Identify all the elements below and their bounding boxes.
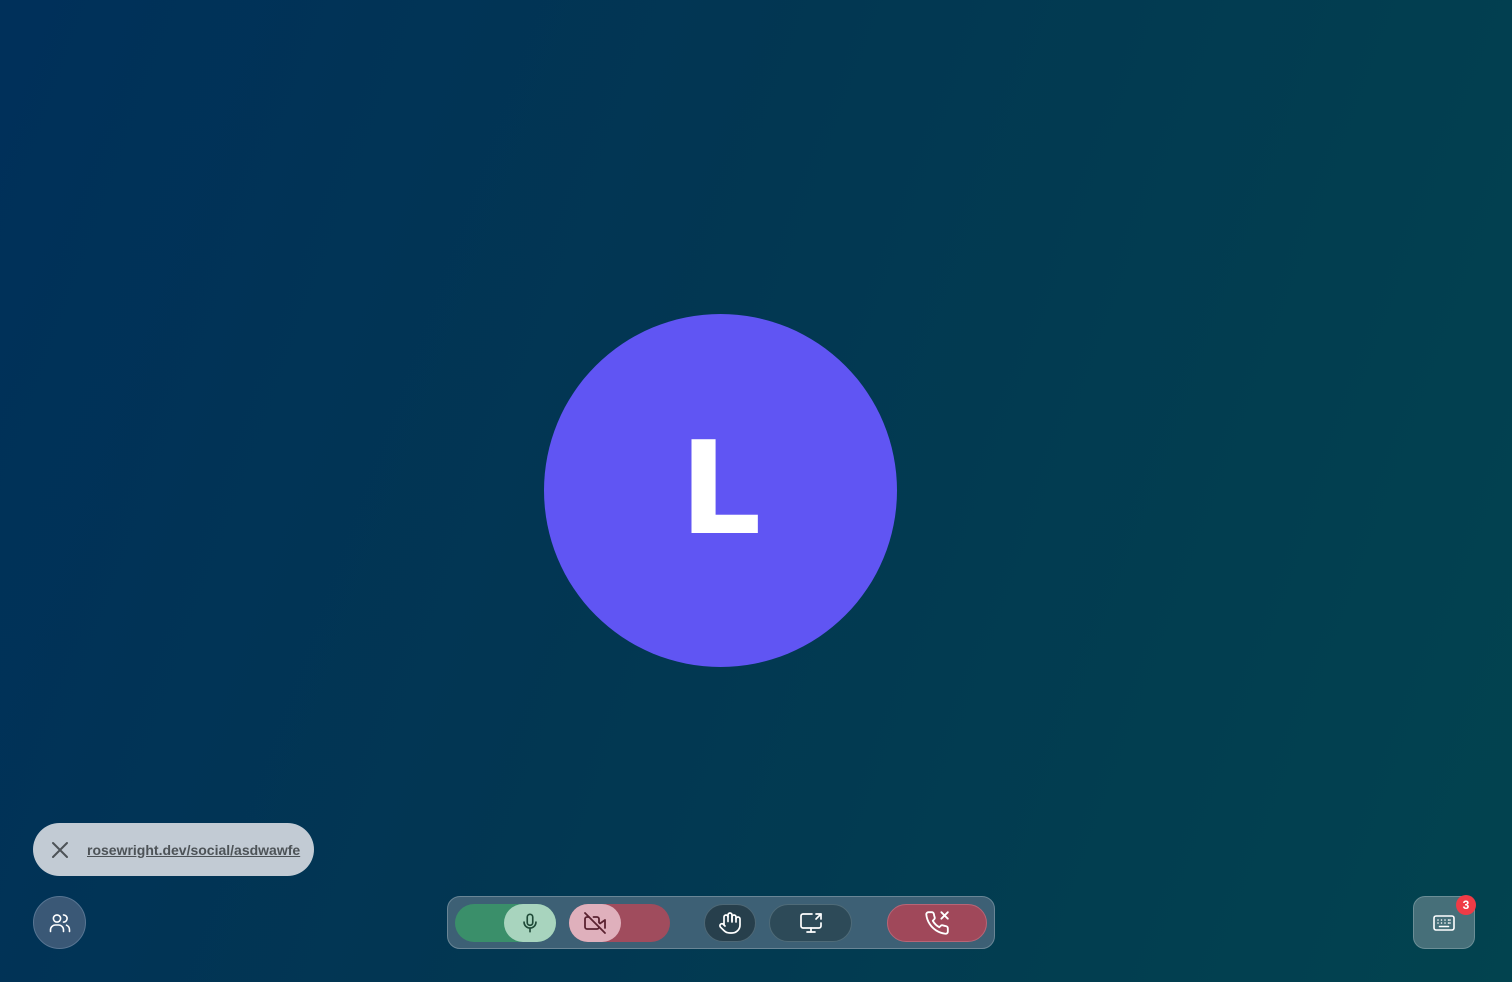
call-toolbar bbox=[447, 896, 995, 949]
hand-icon bbox=[718, 911, 742, 935]
notification-badge: 3 bbox=[1456, 895, 1476, 915]
screen-share-icon bbox=[799, 911, 823, 935]
share-link-pill: rosewright.dev/social/asdwawfe bbox=[33, 823, 314, 876]
microphone-icon bbox=[519, 912, 541, 934]
avatar-initial: L bbox=[679, 414, 762, 564]
microphone-toggle[interactable] bbox=[455, 904, 556, 942]
end-call-button[interactable] bbox=[887, 904, 987, 942]
camera-toggle[interactable] bbox=[569, 904, 670, 942]
camera-toggle-knob bbox=[569, 904, 621, 942]
participants-button[interactable] bbox=[33, 896, 86, 949]
screen-share-button[interactable] bbox=[769, 904, 852, 942]
microphone-toggle-knob bbox=[504, 904, 556, 942]
camera-off-icon bbox=[583, 911, 607, 935]
call-stage: L rosewright.dev/social/asdwawfe 3 bbox=[0, 0, 1512, 982]
phone-hangup-icon bbox=[924, 910, 950, 936]
users-icon bbox=[48, 911, 72, 935]
keyboard-icon bbox=[1432, 911, 1456, 935]
close-icon[interactable] bbox=[48, 838, 72, 862]
share-link-url[interactable]: rosewright.dev/social/asdwawfe bbox=[87, 842, 300, 858]
raise-hand-button[interactable] bbox=[704, 904, 756, 942]
participant-avatar: L bbox=[544, 314, 897, 667]
